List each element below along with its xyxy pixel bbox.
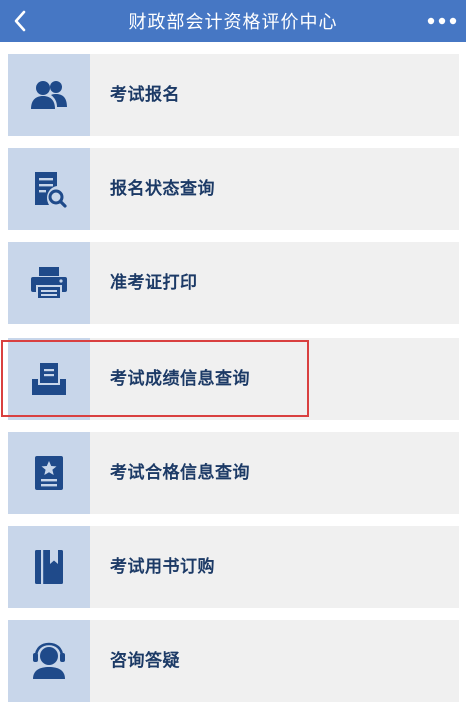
menu-item-label: 准考证打印 bbox=[110, 273, 198, 293]
menu-item-label: 考试合格信息查询 bbox=[110, 463, 250, 483]
menu-item-qualification-query[interactable]: 考试合格信息查询 bbox=[8, 432, 459, 514]
menu-item-label: 咨询答疑 bbox=[110, 651, 180, 671]
menu-item-label: 报名状态查询 bbox=[110, 179, 215, 199]
icon-tile bbox=[8, 526, 90, 608]
book-icon bbox=[35, 550, 63, 584]
menu-item-book-order[interactable]: 考试用书订购 bbox=[8, 526, 459, 608]
menu-item-label: 考试成绩信息查询 bbox=[110, 369, 250, 389]
printer-icon bbox=[31, 267, 67, 299]
app-header: 财政部会计资格评价中心 bbox=[0, 0, 466, 42]
icon-tile bbox=[8, 148, 90, 230]
menu-item-admission-ticket-print[interactable]: 准考证打印 bbox=[8, 242, 459, 324]
menu-item-registration-status[interactable]: 报名状态查询 bbox=[8, 148, 459, 230]
more-button[interactable] bbox=[418, 0, 466, 42]
icon-tile bbox=[8, 242, 90, 324]
certificate-icon bbox=[35, 456, 63, 490]
headset-support-icon bbox=[33, 642, 65, 679]
menu-item-label: 考试用书订购 bbox=[110, 557, 215, 577]
page-title: 财政部会计资格评价中心 bbox=[128, 12, 338, 33]
more-dots-icon bbox=[427, 17, 457, 25]
icon-tile bbox=[8, 432, 90, 514]
back-button[interactable] bbox=[0, 0, 40, 42]
menu-item-label: 考试报名 bbox=[110, 85, 180, 105]
icon-tile bbox=[8, 620, 90, 702]
document-search-icon bbox=[35, 172, 67, 208]
menu-item-exam-registration[interactable]: 考试报名 bbox=[8, 54, 459, 136]
menu-item-consultation[interactable]: 咨询答疑 bbox=[8, 620, 459, 702]
users-icon bbox=[31, 81, 67, 109]
icon-tile bbox=[8, 54, 90, 136]
inbox-tray-icon bbox=[32, 363, 66, 395]
icon-tile bbox=[8, 338, 90, 420]
chevron-left-icon bbox=[14, 10, 26, 32]
menu-item-score-query[interactable]: 考试成绩信息查询 bbox=[8, 338, 459, 420]
